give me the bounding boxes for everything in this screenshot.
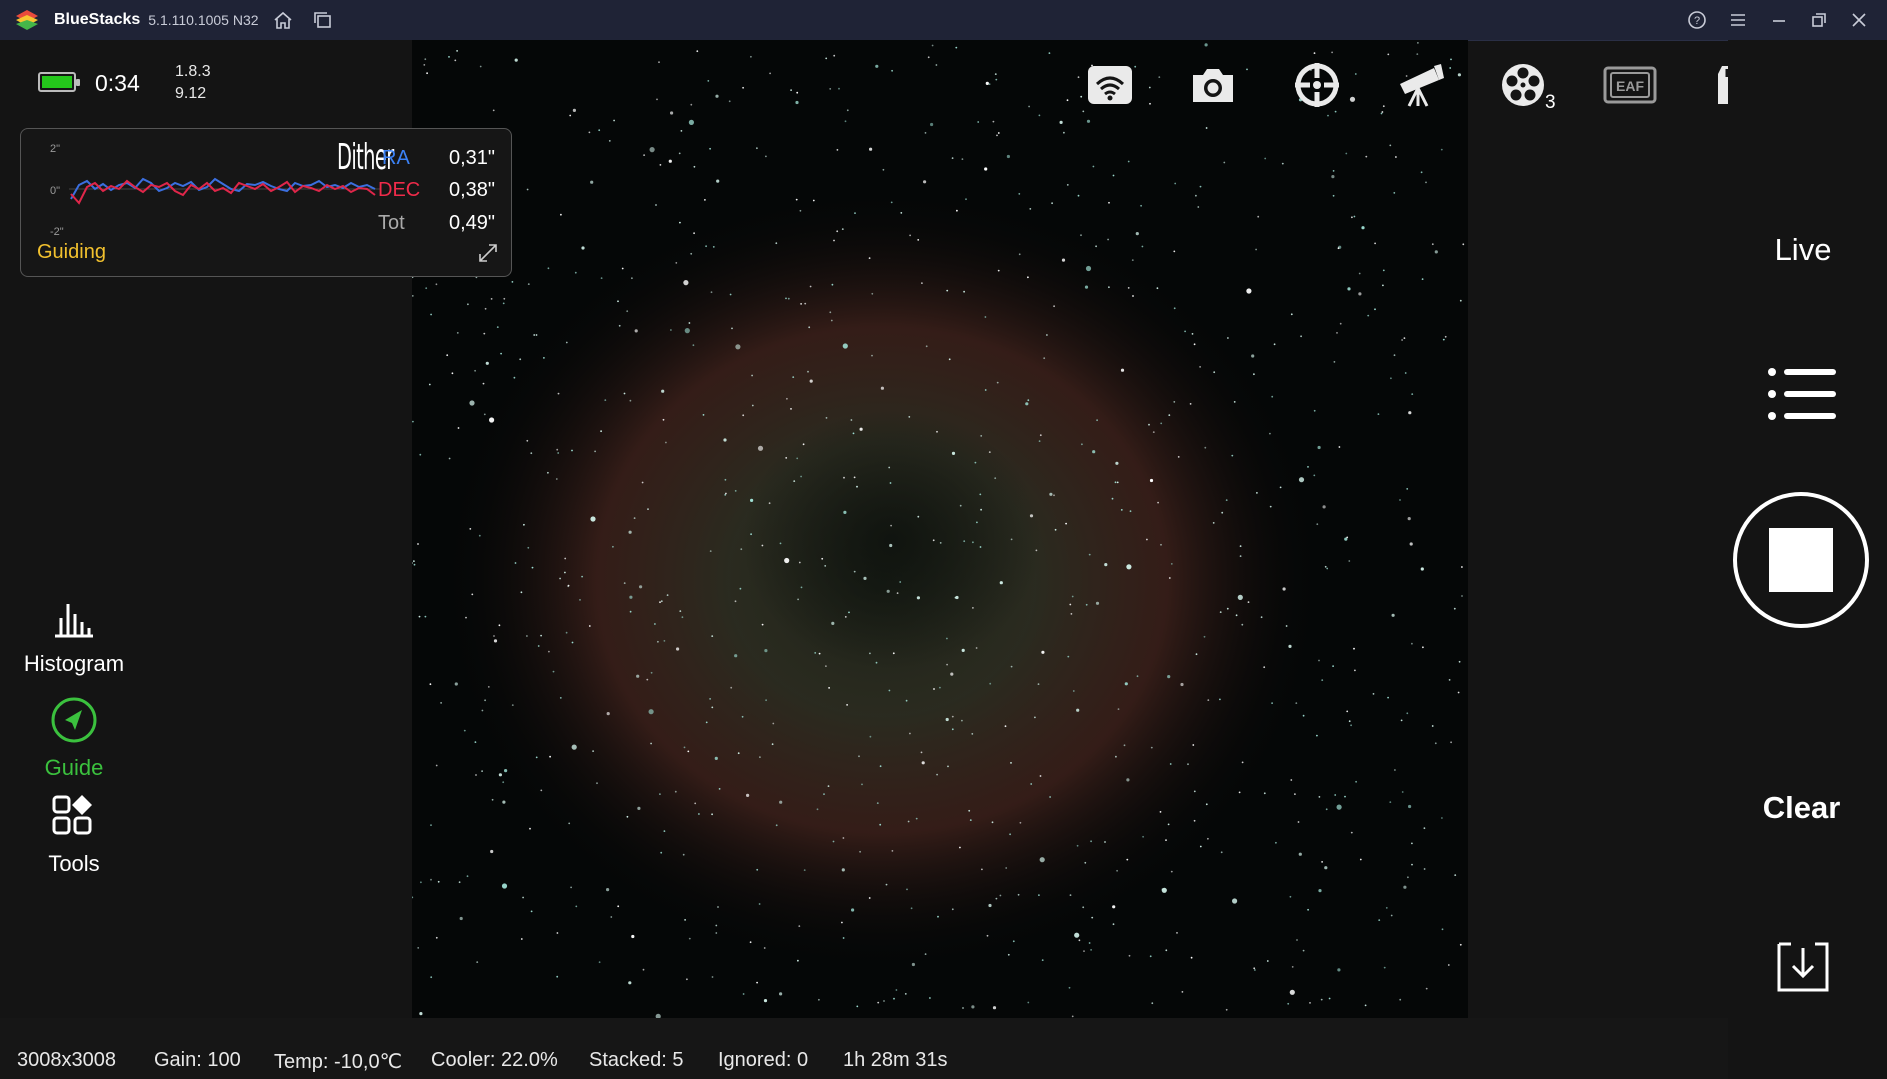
app-name: BlueStacks (54, 11, 141, 28)
restore-icon[interactable] (1808, 9, 1830, 31)
cooler-power: Cooler: 22.0% (431, 1049, 558, 1071)
stacked-image-viewport[interactable] (412, 40, 1468, 1018)
app-build-version: 9.12 (175, 85, 207, 102)
ra-value: 0,31" (449, 147, 496, 169)
dec-value: 0,38" (449, 179, 496, 201)
list-menu-icon[interactable] (1766, 366, 1838, 422)
guide-label: Guide (44, 755, 104, 780)
wifi-icon[interactable] (1085, 60, 1135, 110)
svg-text:?: ? (1694, 15, 1700, 27)
multi-instance-icon[interactable] (312, 9, 334, 31)
battery-icon (38, 72, 80, 92)
firmware-version: 1.8.3 (175, 63, 211, 80)
guide-button[interactable]: Guide (0, 696, 148, 781)
capture-status-bar: 3008x3008 Gain: 100 Temp: -10,0℃ Cooler:… (0, 1018, 1728, 1079)
help-icon[interactable]: ? (1686, 9, 1708, 31)
guide-compass-icon (51, 697, 97, 743)
focus-target-icon[interactable] (1292, 60, 1342, 110)
clear-button[interactable]: Clear (1728, 790, 1875, 826)
histogram-label: Histogram (23, 651, 125, 676)
telescope-icon[interactable] (1394, 60, 1444, 110)
elapsed-time: 1h 28m 31s (843, 1049, 948, 1071)
dec-label: DEC (378, 179, 421, 201)
guiding-status: Guiding (37, 241, 106, 263)
filter-count: 3 (1545, 92, 1556, 113)
bluestacks-logo-icon (16, 10, 38, 30)
histogram-icon (55, 604, 93, 638)
ra-label: RA (382, 147, 410, 169)
sensor-temp: Temp: -10,0℃ (274, 1051, 403, 1073)
live-mode-button[interactable]: Live (1728, 232, 1878, 268)
minimize-icon[interactable] (1768, 9, 1790, 31)
tot-label: Tot (378, 212, 405, 234)
battery-time: 0:34 (95, 70, 140, 96)
window-titlebar: BlueStacks 5.1.110.1005 N32 ? (0, 0, 1887, 41)
histogram-button[interactable]: Histogram (0, 600, 148, 677)
download-icon[interactable] (1773, 940, 1833, 994)
home-icon[interactable] (272, 9, 294, 31)
expand-icon[interactable] (477, 242, 499, 264)
stop-icon (1769, 528, 1833, 592)
tools-button[interactable]: Tools (0, 794, 148, 877)
stop-capture-button[interactable] (1733, 492, 1869, 628)
app-version: 5.1.110.1005 N32 (148, 12, 259, 28)
eaf-icon[interactable]: EAF (1603, 60, 1657, 110)
tot-value: 0,49" (449, 212, 496, 234)
nebula-image (412, 40, 1468, 1018)
ignored-count: Ignored: 0 (718, 1049, 809, 1071)
guide-graph-panel[interactable]: 2" 0" -2" Dither RA DEC Tot 0,31" 0,38" … (20, 128, 512, 277)
tools-label: Tools (48, 851, 100, 876)
tools-grid-icon (52, 795, 92, 835)
stacked-count: Stacked: 5 (589, 1049, 684, 1071)
gain-value: Gain: 100 (154, 1049, 241, 1071)
guide-error-graph: 2" 0" -2" (41, 139, 386, 239)
close-icon[interactable] (1848, 9, 1870, 31)
eaf-label: EAF (1616, 78, 1644, 94)
image-resolution: 3008x3008 (17, 1049, 116, 1071)
menu-icon[interactable] (1727, 9, 1749, 31)
filter-wheel-icon[interactable] (1498, 60, 1548, 110)
camera-icon[interactable] (1188, 60, 1238, 110)
